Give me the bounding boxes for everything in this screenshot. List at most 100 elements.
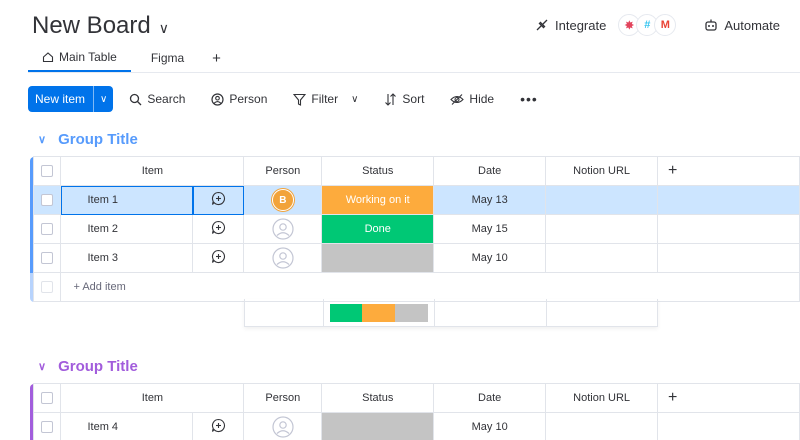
date-cell[interactable]: May 13 (433, 185, 547, 215)
add-update-icon (211, 220, 225, 234)
item-name-cell[interactable]: Item 2 (60, 214, 194, 244)
chevron-down-icon[interactable]: ∨ (38, 360, 46, 373)
chevron-down-icon[interactable]: ∨ (351, 94, 358, 105)
add-column-button[interactable]: + (657, 383, 800, 413)
add-item-row[interactable]: + Add item (30, 272, 800, 302)
empty-cell (657, 412, 800, 440)
robot-icon (705, 19, 717, 31)
row-checkbox-cell[interactable] (33, 412, 62, 440)
column-header-label: Person (265, 392, 301, 404)
hide-label: Hide (469, 92, 495, 106)
notion-url-cell[interactable] (545, 412, 659, 440)
checkbox[interactable] (41, 252, 54, 265)
add-update-icon (211, 418, 225, 432)
notion-url-cell[interactable] (545, 185, 659, 215)
column-header-notion-url[interactable]: Notion URL (545, 383, 659, 413)
column-header-person[interactable]: Person (243, 156, 323, 186)
person-filter-button[interactable]: Person (201, 86, 277, 112)
column-header-label: Notion URL (573, 165, 631, 177)
person-cell[interactable] (243, 412, 323, 440)
status-cell[interactable] (321, 412, 435, 440)
table-row[interactable]: Item 3 May 10 (30, 243, 800, 273)
checkbox[interactable] (41, 223, 54, 236)
board-title[interactable]: New Board ∨ (32, 12, 169, 40)
notion-url-cell[interactable] (545, 214, 659, 244)
item-name-cell[interactable]: Item 4 (60, 412, 194, 440)
chevron-down-icon[interactable]: ∨ (38, 133, 46, 146)
group-title-1[interactable]: ∨ Group Title (38, 131, 138, 148)
plus-icon: + (668, 162, 678, 179)
summary-status-cell[interactable] (324, 299, 436, 326)
table-row[interactable]: Item 2 Done May 15 (30, 214, 800, 244)
empty-avatar-icon (272, 247, 294, 269)
filter-button[interactable]: Filter ∨ (283, 86, 368, 112)
status-cell[interactable] (321, 243, 435, 273)
chevron-down-icon[interactable]: ∨ (93, 86, 113, 112)
status-cell[interactable]: Working on it (321, 185, 435, 215)
status-cell[interactable]: Done (321, 214, 435, 244)
column-header-item[interactable]: Item (60, 383, 245, 413)
chevron-down-icon[interactable]: ∨ (159, 20, 169, 37)
item-name-cell[interactable]: Item 1 (60, 185, 194, 215)
tab-figma[interactable]: Figma (137, 44, 198, 72)
sort-icon (385, 92, 397, 106)
item-updates-button[interactable] (192, 243, 245, 273)
column-header-date[interactable]: Date (433, 156, 547, 186)
date-cell[interactable]: May 10 (433, 243, 547, 273)
status-summary-empty (395, 303, 428, 322)
status-summary-working (362, 303, 396, 322)
column-header-label: Person (265, 165, 301, 177)
date-cell[interactable]: May 10 (433, 412, 547, 440)
person-cell[interactable]: B (243, 185, 323, 215)
item-name-cell[interactable]: Item 3 (60, 243, 194, 273)
filter-label: Filter (311, 92, 339, 106)
column-header-notion-url[interactable]: Notion URL (545, 156, 659, 186)
add-item-label: + Add item (73, 281, 126, 293)
add-column-button[interactable]: + (657, 156, 800, 186)
add-view-button[interactable]: + (204, 44, 229, 72)
column-header-status[interactable]: Status (321, 156, 435, 186)
item-updates-button[interactable] (192, 185, 245, 215)
table-row[interactable]: Item 4 May 10 (30, 412, 800, 440)
plus-icon: + (668, 389, 678, 406)
search-button[interactable]: Search (119, 86, 195, 112)
checkbox[interactable] (41, 165, 54, 178)
person-cell[interactable] (243, 214, 323, 244)
empty-avatar-icon (272, 218, 294, 240)
column-header-label: Status (362, 392, 394, 404)
item-name: Item 3 (87, 252, 119, 264)
integrate-button[interactable]: Integrate ✸ # M (535, 14, 677, 36)
person-cell[interactable] (243, 243, 323, 273)
select-all-checkbox-cell[interactable] (33, 156, 62, 186)
column-header-status[interactable]: Status (321, 383, 435, 413)
more-options-icon[interactable]: ••• (510, 91, 548, 107)
table-row[interactable]: Item 1 B Working on it May 13 (30, 185, 800, 215)
checkbox[interactable] (41, 392, 54, 405)
column-header-date[interactable]: Date (433, 383, 547, 413)
hide-button[interactable]: Hide (440, 86, 504, 112)
group-title-2[interactable]: ∨ Group Title (38, 358, 138, 375)
select-all-checkbox-cell[interactable] (33, 383, 62, 413)
column-header-item[interactable]: Item (60, 156, 245, 186)
item-updates-button[interactable] (192, 412, 245, 440)
new-item-button[interactable]: New item ∨ (28, 86, 114, 112)
checkbox[interactable] (41, 421, 54, 434)
column-header-label: Status (362, 165, 394, 177)
new-item-label: New item (35, 92, 86, 106)
plus-icon: + (212, 49, 221, 67)
checkbox[interactable] (41, 194, 54, 207)
add-item-input[interactable]: + Add item (60, 272, 800, 302)
notion-url-cell[interactable] (545, 243, 659, 273)
group-title-text: Group Title (58, 358, 138, 375)
item-name: Item 4 (87, 421, 119, 433)
row-checkbox-cell[interactable] (33, 185, 62, 215)
row-checkbox-cell[interactable] (33, 243, 62, 273)
sort-button[interactable]: Sort (374, 86, 434, 112)
item-updates-button[interactable] (192, 214, 245, 244)
row-checkbox-cell[interactable] (33, 214, 62, 244)
date-cell[interactable]: May 15 (433, 214, 547, 244)
tab-main-table[interactable]: Main Table (28, 44, 131, 72)
column-header-person[interactable]: Person (243, 383, 323, 413)
automate-button[interactable]: Automate (704, 18, 780, 33)
person-label: Person (229, 92, 268, 106)
